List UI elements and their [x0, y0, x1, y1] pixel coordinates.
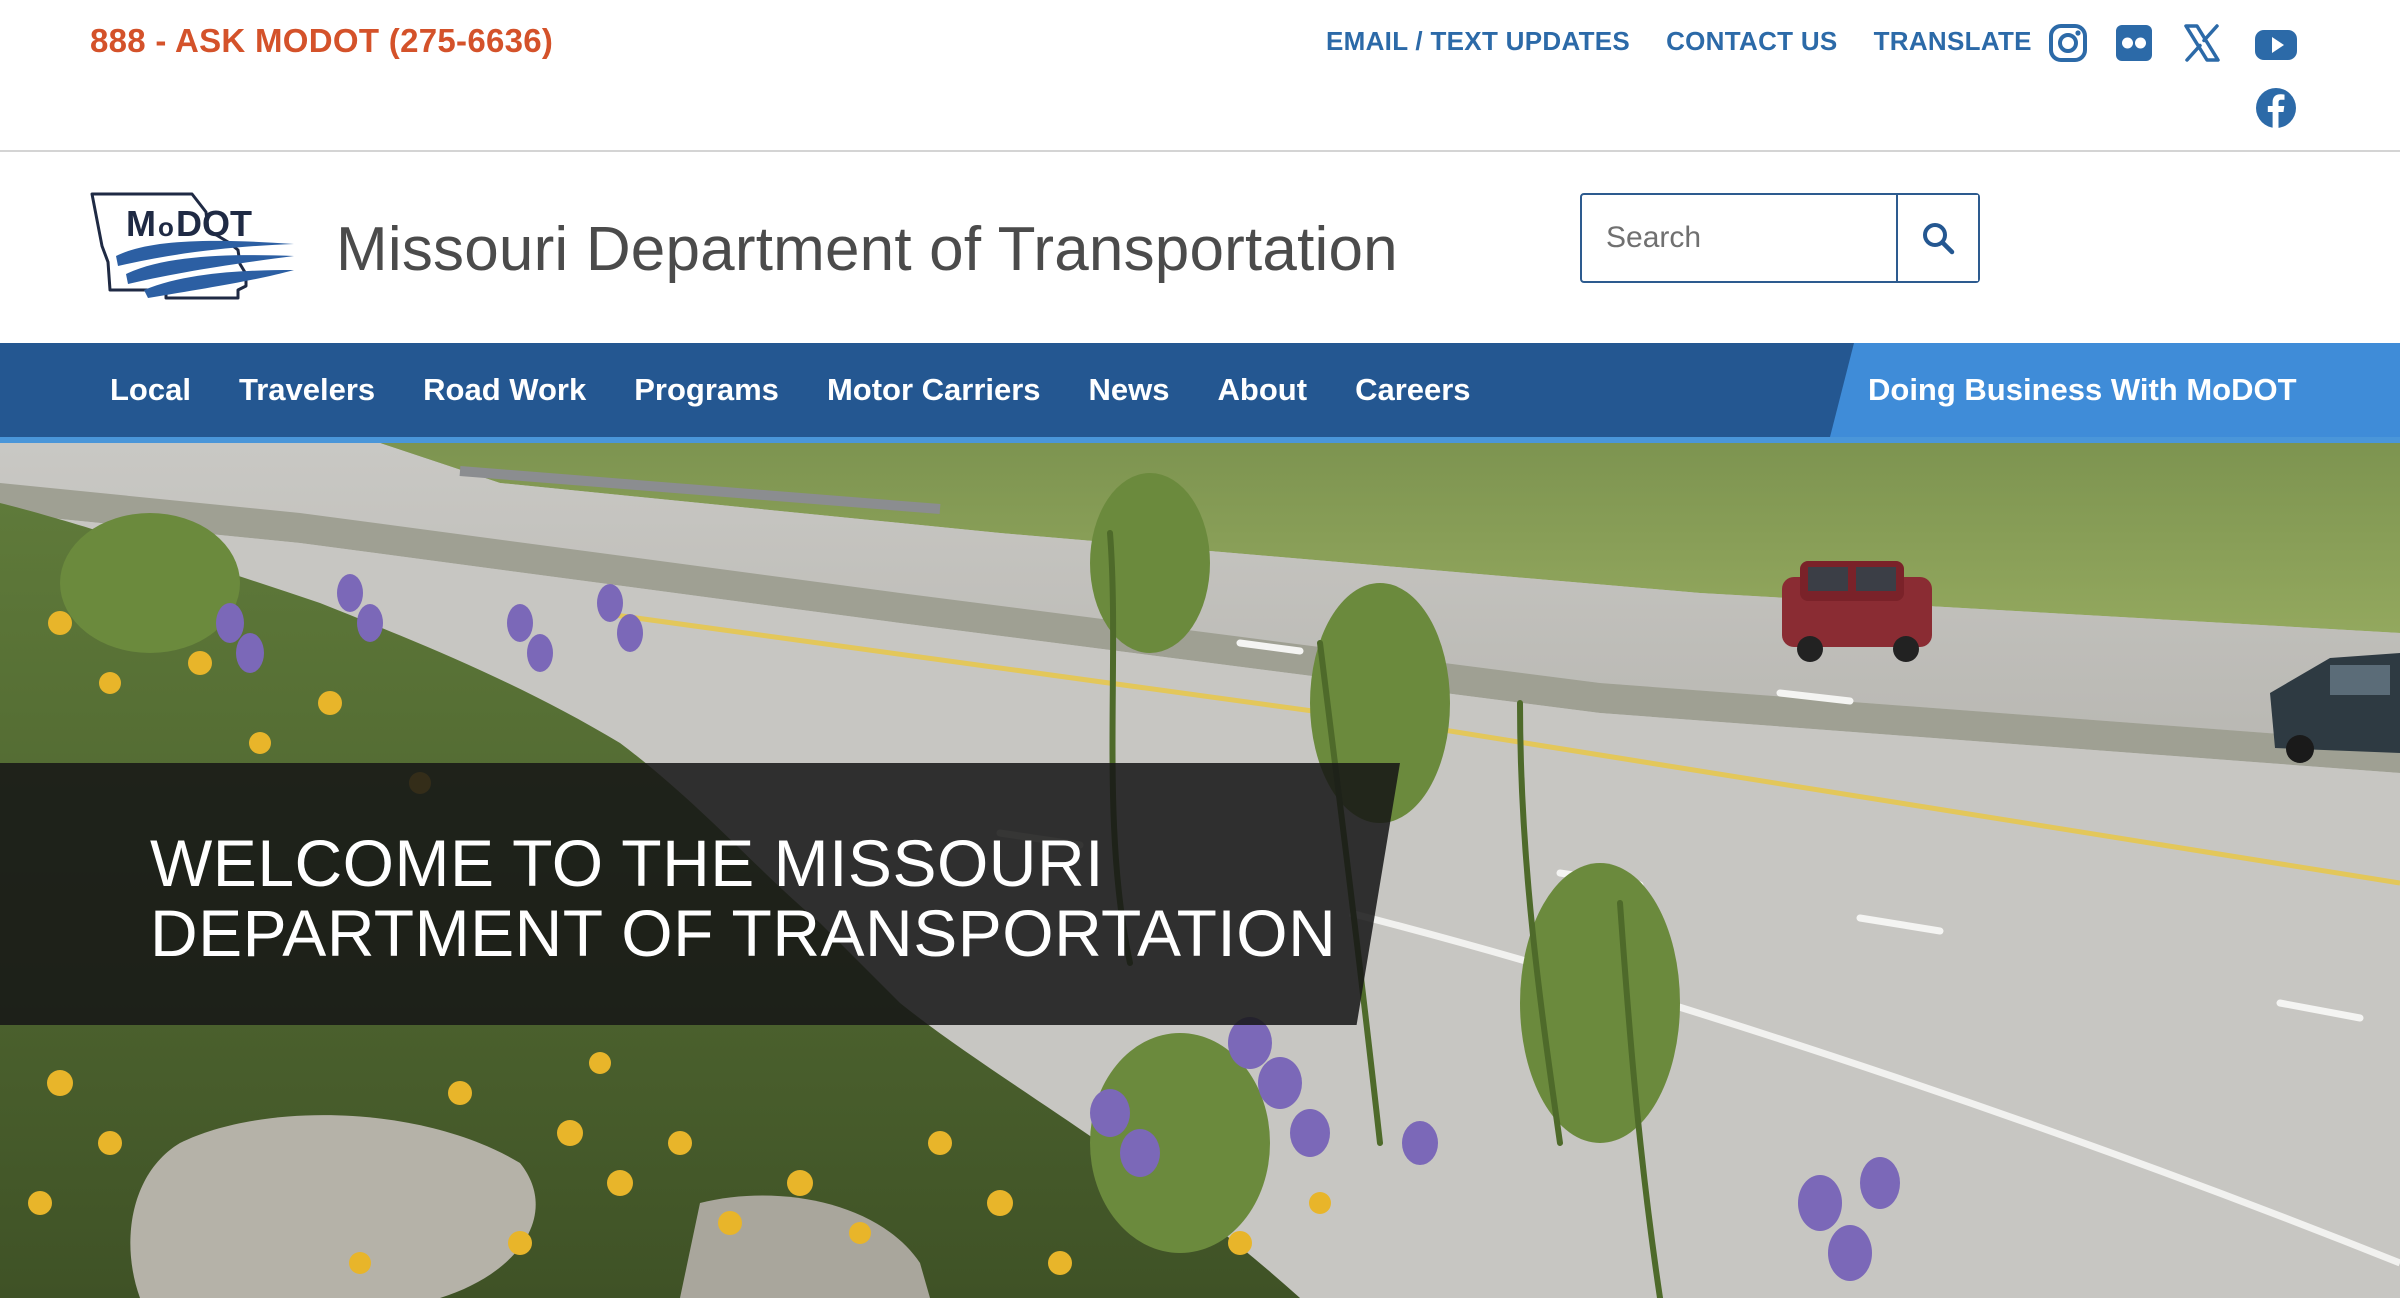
contact-us-link[interactable]: CONTACT US — [1666, 26, 1838, 57]
translate-link[interactable]: TRANSLATE — [1874, 26, 2032, 57]
utility-links: EMAIL / TEXT UPDATES CONTACT US TRANSLAT… — [1326, 26, 2032, 57]
instagram-icon[interactable] — [2046, 21, 2090, 65]
flickr-icon[interactable] — [2112, 21, 2156, 65]
email-text-updates-link[interactable]: EMAIL / TEXT UPDATES — [1326, 26, 1630, 57]
utility-bar: 888 - ASK MODOT (275-6636) EMAIL / TEXT … — [0, 0, 2400, 152]
svg-text:DOT: DOT — [176, 203, 252, 244]
welcome-heading-line2: DEPARTMENT OF TRANSPORTATION — [150, 896, 1337, 970]
hero-section: WELCOME TO THE MISSOURI DEPARTMENT OF TR… — [0, 443, 2400, 1298]
svg-text:M: M — [126, 203, 156, 244]
doing-business-button[interactable]: Doing Business With MoDOT — [1830, 343, 2400, 437]
welcome-banner: WELCOME TO THE MISSOURI DEPARTMENT OF TR… — [0, 763, 1400, 1025]
svg-text:o: o — [158, 212, 174, 242]
doing-business-label: Doing Business With MoDOT — [1868, 372, 2297, 407]
facebook-icon[interactable] — [2254, 86, 2298, 130]
site-title[interactable]: Missouri Department of Transportation — [336, 214, 1398, 285]
welcome-heading-line1: WELCOME TO THE MISSOURI — [150, 826, 1104, 900]
nav-item-motor-carriers[interactable]: Motor Carriers — [827, 372, 1041, 408]
youtube-icon[interactable] — [2254, 23, 2298, 67]
modot-logo[interactable]: M o DOT — [88, 190, 302, 304]
x-icon[interactable] — [2180, 21, 2224, 65]
nav-item-programs[interactable]: Programs — [634, 372, 779, 408]
nav-item-road-work[interactable]: Road Work — [423, 372, 586, 408]
search-button[interactable] — [1896, 195, 1978, 281]
site-header: M o DOT Missouri Department of Transport… — [0, 152, 2400, 343]
nav-item-local[interactable]: Local — [110, 372, 191, 408]
nav-item-news[interactable]: News — [1089, 372, 1170, 408]
search-input[interactable] — [1582, 195, 1896, 281]
nav-item-about[interactable]: About — [1218, 372, 1308, 408]
nav-item-careers[interactable]: Careers — [1355, 372, 1470, 408]
search-box — [1580, 193, 1980, 283]
phone-number[interactable]: 888 - ASK MODOT (275-6636) — [90, 22, 553, 60]
search-icon — [1923, 223, 1955, 255]
nav-item-travelers[interactable]: Travelers — [239, 372, 375, 408]
main-nav: Local Travelers Road Work Programs Motor… — [0, 343, 2400, 443]
